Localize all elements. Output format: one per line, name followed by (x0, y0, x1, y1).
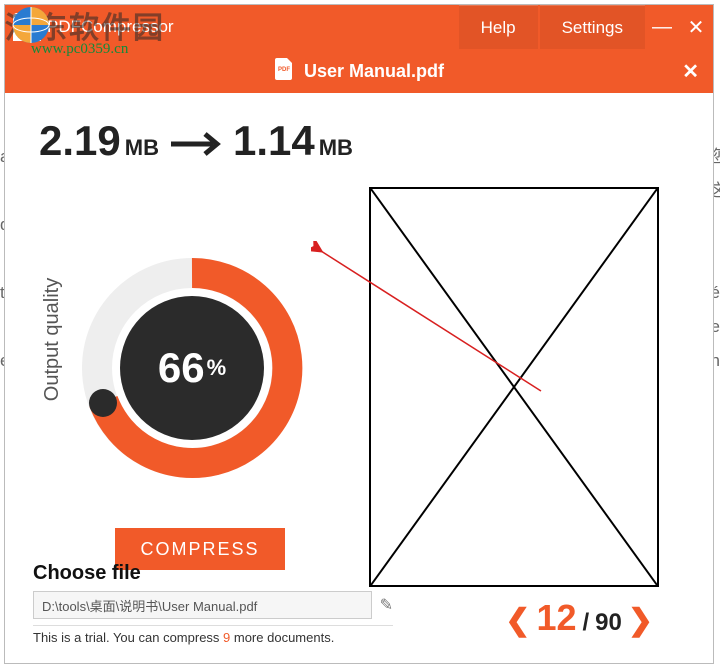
help-button[interactable]: Help (459, 5, 538, 49)
content-area: 2.19 MB 1.14 MB Output quality 66 % COMP… (5, 93, 713, 663)
page-separator: / (582, 609, 589, 637)
total-pages: 90 (595, 609, 622, 637)
minimize-button[interactable]: — (645, 5, 679, 49)
settings-button[interactable]: Settings (540, 5, 645, 49)
prev-page-button[interactable]: ❮ (505, 603, 530, 638)
close-file-button[interactable]: ✕ (682, 59, 699, 84)
trial-notice: This is a trial. You can compress 9 more… (33, 625, 393, 645)
trial-suffix: more documents. (230, 630, 334, 645)
original-size-unit: MB (125, 135, 159, 161)
arrow-right-icon (169, 121, 223, 169)
page-preview (369, 187, 659, 587)
file-path-input[interactable] (33, 591, 372, 619)
original-size-value: 2.19 (39, 117, 121, 165)
edit-path-icon[interactable]: ✎ (380, 595, 393, 615)
current-page: 12 (536, 597, 576, 639)
quality-percent-value: 66 (158, 344, 205, 392)
quality-gauge[interactable]: 66 % (77, 253, 307, 483)
compressed-size-unit: MB (319, 135, 353, 161)
close-window-button[interactable]: ✕ (679, 5, 713, 49)
next-page-button[interactable]: ❯ (628, 603, 653, 638)
app-logo-icon (13, 13, 41, 41)
compressed-size-value: 1.14 (233, 117, 315, 165)
svg-text:PDF: PDF (278, 67, 290, 73)
titlebar: PDFCompressor Help Settings — ✕ (5, 5, 713, 49)
quality-percent: 66 % (77, 253, 307, 483)
choose-file-section: Choose file ✎ This is a trial. You can c… (33, 562, 393, 645)
size-comparison: 2.19 MB 1.14 MB (33, 117, 685, 165)
pdf-file-icon: PDF (274, 58, 294, 85)
app-window: PDFCompressor Help Settings — ✕ 河东软件园 ww… (4, 4, 714, 664)
current-filename: User Manual.pdf (304, 61, 444, 82)
output-quality-label: Output quality (41, 278, 64, 401)
app-logo-wrap: PDFCompressor (5, 5, 174, 49)
file-bar: PDF User Manual.pdf ✕ (5, 49, 713, 93)
page-navigator: ❮ 12 / 90 ❯ (505, 597, 653, 639)
trial-prefix: This is a trial. You can compress (33, 630, 223, 645)
percent-sign: % (207, 355, 227, 381)
choose-file-title: Choose file (33, 562, 393, 585)
app-name: PDFCompressor (47, 17, 174, 37)
